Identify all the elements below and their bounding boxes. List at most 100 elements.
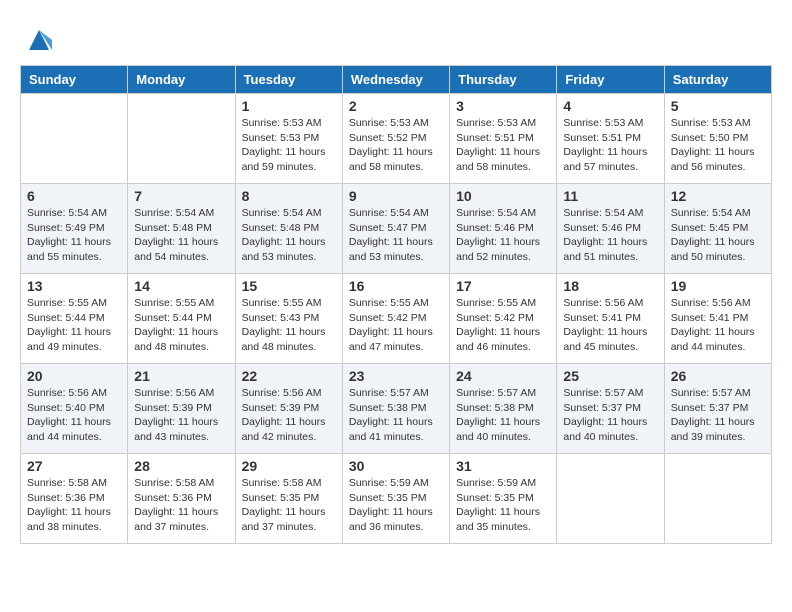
calendar-week-row: 27Sunrise: 5:58 AM Sunset: 5:36 PM Dayli… <box>21 454 772 544</box>
day-number: 31 <box>456 458 550 474</box>
weekday-header: Thursday <box>450 66 557 94</box>
calendar-cell <box>664 454 771 544</box>
calendar-cell: 3Sunrise: 5:53 AM Sunset: 5:51 PM Daylig… <box>450 94 557 184</box>
calendar-cell <box>21 94 128 184</box>
day-info: Sunrise: 5:58 AM Sunset: 5:36 PM Dayligh… <box>134 476 228 535</box>
day-number: 16 <box>349 278 443 294</box>
calendar-week-row: 13 Sunrise: 5:55 AM Sunset: 5:44 PM Dayli… <box>21 274 772 364</box>
day-info: Sunrise: 5:54 AM Sunset: 5:47 PM Dayligh… <box>349 206 443 265</box>
day-info: Sunrise: 5:55 AM Sunset: 5:43 PM Dayligh… <box>242 296 336 355</box>
day-number: 24 <box>456 368 550 384</box>
calendar-cell <box>557 454 664 544</box>
day-number: 15 <box>242 278 336 294</box>
calendar-cell: 24 Sunrise: 5:57 AM Sunset: 5:38 PM Dayli… <box>450 364 557 454</box>
day-info: Sunrise: 5:54 AM Sunset: 5:48 PM Dayligh… <box>134 206 228 265</box>
calendar-cell: 5 Sunrise: 5:53 AM Sunset: 5:50 PM Daylig… <box>664 94 771 184</box>
weekday-header: Saturday <box>664 66 771 94</box>
day-number: 7 <box>134 188 228 204</box>
calendar-cell: 22 Sunrise: 5:56 AM Sunset: 5:39 PM Dayli… <box>235 364 342 454</box>
weekday-header: Monday <box>128 66 235 94</box>
day-number: 5 <box>671 98 765 114</box>
day-info: Sunrise: 5:54 AM Sunset: 5:48 PM Dayligh… <box>242 206 336 265</box>
weekday-header-row: SundayMondayTuesdayWednesdayThursdayFrid… <box>21 66 772 94</box>
day-number: 28 <box>134 458 228 474</box>
calendar-cell: 20 Sunrise: 5:56 AM Sunset: 5:40 PM Dayli… <box>21 364 128 454</box>
day-number: 14 <box>134 278 228 294</box>
calendar-cell: 21 Sunrise: 5:56 AM Sunset: 5:39 PM Dayli… <box>128 364 235 454</box>
calendar-week-row: 1 Sunrise: 5:53 AM Sunset: 5:53 PM Daylig… <box>21 94 772 184</box>
day-number: 25 <box>563 368 657 384</box>
calendar-cell: 31 Sunrise: 5:59 AM Sunset: 5:35 PM Dayli… <box>450 454 557 544</box>
weekday-header: Wednesday <box>342 66 449 94</box>
day-info: Sunrise: 5:53 AM Sunset: 5:50 PM Dayligh… <box>671 116 765 175</box>
calendar-cell: 26 Sunrise: 5:57 AM Sunset: 5:37 PM Dayli… <box>664 364 771 454</box>
calendar-cell: 6 Sunrise: 5:54 AM Sunset: 5:49 PM Daylig… <box>21 184 128 274</box>
day-number: 20 <box>27 368 121 384</box>
day-number: 12 <box>671 188 765 204</box>
day-number: 11 <box>563 188 657 204</box>
day-number: 1 <box>242 98 336 114</box>
day-info: Sunrise: 5:56 AM Sunset: 5:40 PM Dayligh… <box>27 386 121 445</box>
day-number: 29 <box>242 458 336 474</box>
day-number: 4 <box>563 98 657 114</box>
calendar-cell: 28 Sunrise: 5:58 AM Sunset: 5:36 PM Dayli… <box>128 454 235 544</box>
day-number: 21 <box>134 368 228 384</box>
weekday-header: Friday <box>557 66 664 94</box>
calendar-cell: 7 Sunrise: 5:54 AM Sunset: 5:48 PM Daylig… <box>128 184 235 274</box>
day-info: Sunrise: 5:54 AM Sunset: 5:46 PM Dayligh… <box>456 206 550 265</box>
day-info: Sunrise: 5:57 AM Sunset: 5:37 PM Dayligh… <box>563 386 657 445</box>
calendar-cell: 19Sunrise: 5:56 AM Sunset: 5:41 PM Dayli… <box>664 274 771 364</box>
day-info: Sunrise: 5:55 AM Sunset: 5:44 PM Dayligh… <box>27 296 121 355</box>
day-number: 26 <box>671 368 765 384</box>
calendar-cell: 4 Sunrise: 5:53 AM Sunset: 5:51 PM Daylig… <box>557 94 664 184</box>
day-number: 6 <box>27 188 121 204</box>
calendar-week-row: 6 Sunrise: 5:54 AM Sunset: 5:49 PM Daylig… <box>21 184 772 274</box>
calendar-cell: 23 Sunrise: 5:57 AM Sunset: 5:38 PM Dayli… <box>342 364 449 454</box>
day-info: Sunrise: 5:56 AM Sunset: 5:39 PM Dayligh… <box>242 386 336 445</box>
day-info: Sunrise: 5:59 AM Sunset: 5:35 PM Dayligh… <box>456 476 550 535</box>
calendar-cell: 25 Sunrise: 5:57 AM Sunset: 5:37 PM Dayli… <box>557 364 664 454</box>
calendar-cell: 17Sunrise: 5:55 AM Sunset: 5:42 PM Dayli… <box>450 274 557 364</box>
calendar-cell: 9 Sunrise: 5:54 AM Sunset: 5:47 PM Daylig… <box>342 184 449 274</box>
calendar-cell: 2 Sunrise: 5:53 AM Sunset: 5:52 PM Daylig… <box>342 94 449 184</box>
calendar-cell: 8 Sunrise: 5:54 AM Sunset: 5:48 PM Daylig… <box>235 184 342 274</box>
day-number: 9 <box>349 188 443 204</box>
calendar-cell: 12 Sunrise: 5:54 AM Sunset: 5:45 PM Dayli… <box>664 184 771 274</box>
calendar-cell: 1 Sunrise: 5:53 AM Sunset: 5:53 PM Daylig… <box>235 94 342 184</box>
day-info: Sunrise: 5:54 AM Sunset: 5:45 PM Dayligh… <box>671 206 765 265</box>
day-number: 30 <box>349 458 443 474</box>
weekday-header: Tuesday <box>235 66 342 94</box>
day-info: Sunrise: 5:57 AM Sunset: 5:37 PM Dayligh… <box>671 386 765 445</box>
day-info: Sunrise: 5:56 AM Sunset: 5:39 PM Dayligh… <box>134 386 228 445</box>
day-info: Sunrise: 5:55 AM Sunset: 5:42 PM Dayligh… <box>349 296 443 355</box>
day-number: 2 <box>349 98 443 114</box>
day-number: 3 <box>456 98 550 114</box>
day-number: 13 <box>27 278 121 294</box>
calendar: SundayMondayTuesdayWednesdayThursdayFrid… <box>20 65 772 544</box>
day-number: 8 <box>242 188 336 204</box>
day-info: Sunrise: 5:53 AM Sunset: 5:52 PM Dayligh… <box>349 116 443 175</box>
day-info: Sunrise: 5:57 AM Sunset: 5:38 PM Dayligh… <box>456 386 550 445</box>
day-number: 10 <box>456 188 550 204</box>
calendar-cell: 16 Sunrise: 5:55 AM Sunset: 5:42 PM Dayli… <box>342 274 449 364</box>
day-info: Sunrise: 5:56 AM Sunset: 5:41 PM Dayligh… <box>563 296 657 355</box>
day-info: Sunrise: 5:54 AM Sunset: 5:46 PM Dayligh… <box>563 206 657 265</box>
day-info: Sunrise: 5:55 AM Sunset: 5:44 PM Dayligh… <box>134 296 228 355</box>
day-info: Sunrise: 5:58 AM Sunset: 5:36 PM Dayligh… <box>27 476 121 535</box>
day-info: Sunrise: 5:53 AM Sunset: 5:53 PM Dayligh… <box>242 116 336 175</box>
day-number: 23 <box>349 368 443 384</box>
day-info: Sunrise: 5:53 AM Sunset: 5:51 PM Dayligh… <box>563 116 657 175</box>
calendar-cell: 14 Sunrise: 5:55 AM Sunset: 5:44 PM Dayli… <box>128 274 235 364</box>
day-info: Sunrise: 5:54 AM Sunset: 5:49 PM Dayligh… <box>27 206 121 265</box>
calendar-cell: 13 Sunrise: 5:55 AM Sunset: 5:44 PM Dayli… <box>21 274 128 364</box>
day-number: 18 <box>563 278 657 294</box>
calendar-cell: 29 Sunrise: 5:58 AM Sunset: 5:35 PM Dayli… <box>235 454 342 544</box>
calendar-cell: 10 Sunrise: 5:54 AM Sunset: 5:46 PM Dayli… <box>450 184 557 274</box>
calendar-cell: 30 Sunrise: 5:59 AM Sunset: 5:35 PM Dayli… <box>342 454 449 544</box>
calendar-cell: 27Sunrise: 5:58 AM Sunset: 5:36 PM Dayli… <box>21 454 128 544</box>
day-info: Sunrise: 5:58 AM Sunset: 5:35 PM Dayligh… <box>242 476 336 535</box>
day-info: Sunrise: 5:59 AM Sunset: 5:35 PM Dayligh… <box>349 476 443 535</box>
day-number: 17 <box>456 278 550 294</box>
day-number: 22 <box>242 368 336 384</box>
day-info: Sunrise: 5:57 AM Sunset: 5:38 PM Dayligh… <box>349 386 443 445</box>
